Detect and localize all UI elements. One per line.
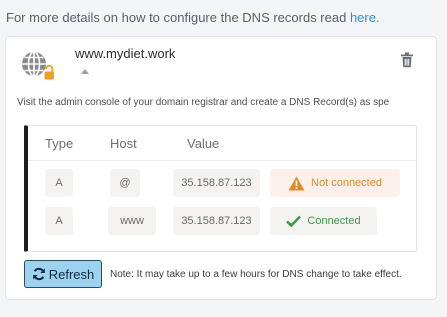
row1-type: A bbox=[45, 169, 73, 197]
row1-value: 35.158.87.123 bbox=[173, 169, 260, 197]
refresh-button[interactable]: Refresh bbox=[24, 260, 102, 288]
row2-status-badge: Connected bbox=[270, 207, 377, 235]
refresh-note: Note: It may take up to a few hours for … bbox=[110, 269, 402, 280]
row1-host: @ bbox=[110, 169, 140, 197]
row2-value: 35.158.87.123 bbox=[173, 207, 260, 235]
intro-text: For more details on how to configure the… bbox=[6, 10, 380, 25]
refresh-label: Refresh bbox=[48, 266, 95, 282]
row2-type: A bbox=[45, 207, 73, 235]
row2-status-label: Connected bbox=[307, 215, 361, 227]
docs-link[interactable]: here. bbox=[350, 10, 380, 25]
refresh-icon bbox=[32, 267, 45, 281]
dns-records-table: Type Host Value A @ 35.158.87.123 Not co… bbox=[24, 125, 417, 252]
header-divider bbox=[28, 160, 416, 161]
check-icon bbox=[286, 215, 302, 227]
globe-lock-icon bbox=[20, 49, 54, 83]
instruction-text: Visit the admin console of your domain r… bbox=[17, 97, 390, 108]
header-host: Host bbox=[110, 136, 137, 151]
row2-host: www bbox=[108, 207, 156, 235]
row1-status-label: Not connected bbox=[311, 177, 382, 189]
header-type: Type bbox=[45, 136, 74, 151]
domain-card: www.mydiet.work Visit the admin console … bbox=[5, 36, 437, 300]
intro-label: For more details on how to configure the… bbox=[6, 10, 350, 25]
header-value: Value bbox=[187, 136, 220, 151]
collapse-caret-icon[interactable] bbox=[81, 69, 89, 74]
domain-name: www.mydiet.work bbox=[75, 46, 176, 61]
warning-icon bbox=[288, 176, 305, 190]
trash-icon[interactable] bbox=[400, 52, 414, 68]
row1-status-badge: Not connected bbox=[270, 169, 400, 197]
